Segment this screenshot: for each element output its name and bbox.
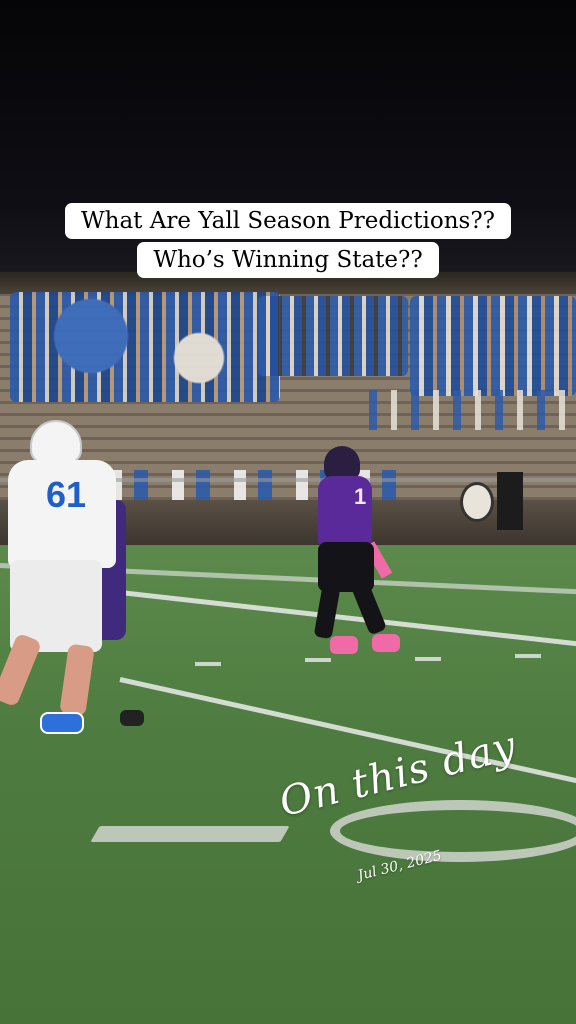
hash-mark (415, 657, 441, 661)
crowd-lower-right (355, 390, 576, 430)
jersey-number: 61 (46, 474, 87, 515)
cleat (120, 710, 144, 726)
video-frame[interactable]: 61 1 What Are Yall Season Predictions?? … (0, 0, 576, 1024)
crowd-left (10, 292, 280, 402)
crowd-center (258, 296, 408, 376)
sideline-drum (460, 482, 494, 522)
cleat (330, 636, 358, 654)
jersey-number: 1 (354, 484, 367, 509)
quarterback-1: 1 (310, 446, 410, 660)
caption-overlay: What Are Yall Season Predictions?? Who’s… (0, 203, 576, 278)
crowd-right (410, 296, 576, 396)
cleat (372, 634, 400, 652)
sideline-speaker (497, 472, 523, 530)
leg (0, 632, 43, 708)
caption-line-1: What Are Yall Season Predictions?? (65, 203, 511, 239)
hash-mark (515, 654, 541, 658)
field-numeral-stroke (90, 826, 290, 842)
cleat (40, 712, 84, 734)
lineman-61: 61 (0, 420, 150, 740)
leg (350, 580, 388, 636)
caption-line-2: Who’s Winning State?? (137, 242, 439, 278)
leg (313, 584, 341, 640)
leg (59, 643, 95, 717)
hash-mark (195, 662, 221, 666)
helmet (324, 446, 360, 480)
helmet (30, 420, 82, 464)
field-numeral-zero (330, 800, 576, 862)
